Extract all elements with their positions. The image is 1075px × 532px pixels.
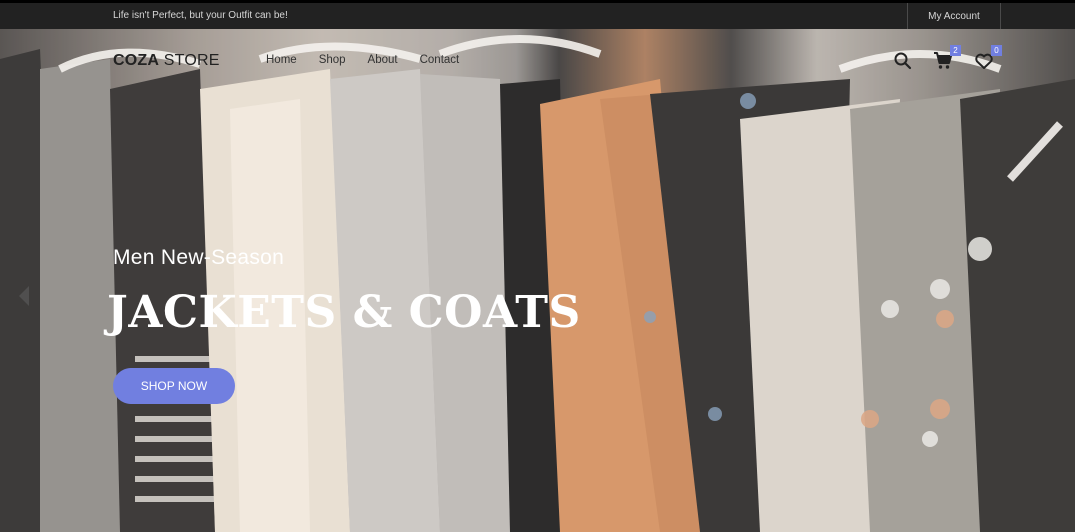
my-account-link[interactable]: My Account [928,11,980,22]
logo-rest-text: STORE [159,52,220,69]
chevron-left-icon [19,286,29,306]
search-button[interactable] [891,49,915,73]
hero-slider: COZA STORE Home Shop About Contact 2 0 M… [0,29,1075,532]
menu-item-home[interactable]: Home [266,54,297,66]
wishlist-count-badge: 0 [991,45,1002,56]
shop-now-button[interactable]: SHOP NOW [113,368,235,404]
hero-kicker: Men New-Season [113,246,285,269]
cart-count-badge: 2 [950,45,961,56]
top-bar-tagline: Life isn't Perfect, but your Outfit can … [113,10,288,21]
my-account-link-wrapper: My Account [907,3,1001,29]
slider-prev-button[interactable] [17,284,31,308]
menu-item-about[interactable]: About [368,54,398,66]
main-header: COZA STORE Home Shop About Contact 2 0 [0,29,1075,91]
hero-background-image [0,29,1075,532]
menu-item-contact[interactable]: Contact [420,54,460,66]
logo-bold-text: COZA [113,52,160,69]
hero-headline: JACKETS & COATS [107,287,581,338]
cart-button[interactable]: 2 [931,45,961,73]
main-menu: Home Shop About Contact [266,54,481,66]
menu-item-shop[interactable]: Shop [319,54,346,66]
wishlist-button[interactable]: 0 [972,45,1002,73]
page-frame: Life isn't Perfect, but your Outfit can … [0,0,1075,532]
search-icon [894,52,912,70]
top-bar: Life isn't Perfect, but your Outfit can … [0,3,1075,29]
brand-logo[interactable]: COZA STORE [113,52,220,70]
